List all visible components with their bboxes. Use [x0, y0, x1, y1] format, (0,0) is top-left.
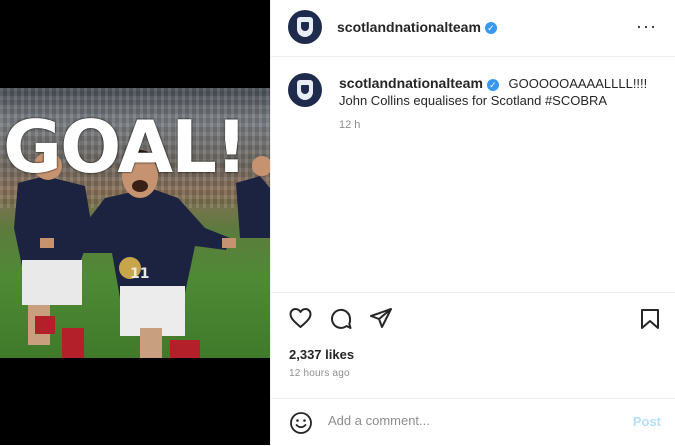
crest-icon	[297, 80, 313, 100]
verified-icon: ✓	[484, 21, 497, 34]
bookmark-icon[interactable]	[640, 308, 660, 330]
more-options-icon[interactable]: ···	[636, 16, 657, 37]
header-user: scotlandnationalteam ✓	[337, 19, 497, 37]
verified-icon: ✓	[486, 78, 499, 91]
post-time-ago[interactable]: 12 hours ago	[289, 368, 350, 379]
svg-text:11: 11	[130, 266, 149, 282]
caption-text-line2: John Collins equalises for Scotland #SCO…	[339, 93, 608, 108]
post-caption: scotlandnationalteam ✓ GOOOOOAAAALLLL!!!!…	[339, 75, 661, 109]
caption-avatar[interactable]	[288, 73, 322, 107]
emoji-icon[interactable]	[289, 411, 313, 435]
caption-username[interactable]: scotlandnationalteam	[339, 75, 483, 91]
goal-overlay-text: GOAL!	[3, 112, 248, 182]
header-avatar[interactable]	[288, 10, 322, 44]
share-icon[interactable]	[369, 307, 393, 329]
comment-icon[interactable]	[329, 307, 353, 331]
likes-count[interactable]: 2,337 likes	[289, 347, 354, 362]
comment-input[interactable]	[328, 413, 608, 428]
header-username[interactable]: scotlandnationalteam	[337, 19, 481, 35]
caption-text-line1: GOOOOOAAAALLLL!!!!	[508, 76, 648, 91]
post-comment-button[interactable]: Post	[633, 414, 661, 429]
crest-icon	[297, 17, 313, 37]
heart-icon[interactable]	[288, 307, 313, 329]
post-header: scotlandnationalteam ✓ ···	[271, 0, 675, 57]
caption-timestamp[interactable]: 12 h	[339, 119, 360, 131]
post-photo[interactable]: 11 GOAL!	[0, 88, 270, 358]
post-media[interactable]: 11 GOAL!	[0, 0, 270, 445]
comment-bar: Post	[271, 398, 675, 446]
